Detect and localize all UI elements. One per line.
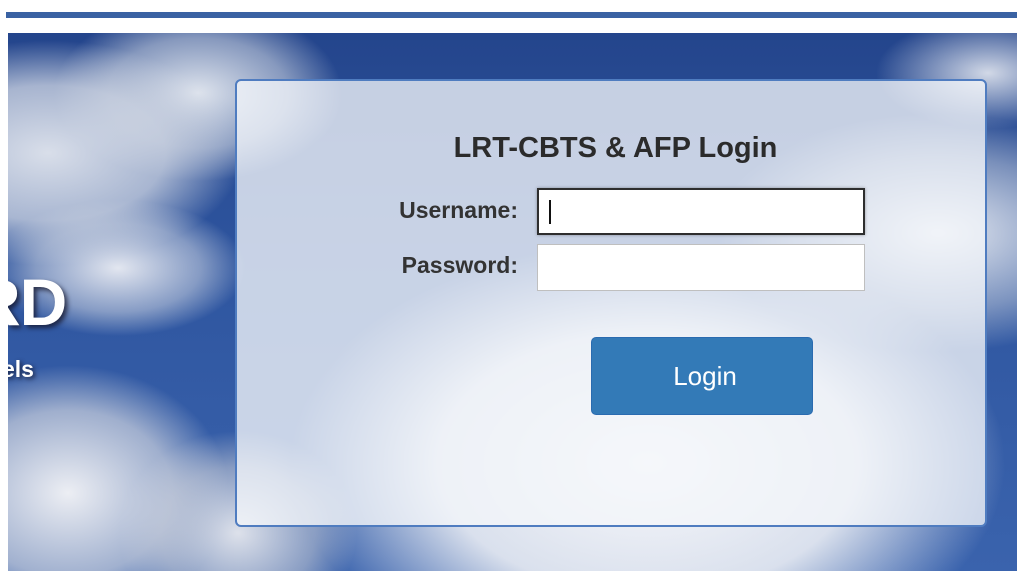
login-panel: LRT-CBTS & AFP Login Username: Password:…: [235, 79, 987, 527]
password-label: Password:: [401, 252, 518, 278]
login-title: LRT-CBTS & AFP Login: [453, 132, 778, 164]
brand-subtitle: els: [8, 356, 34, 382]
username-input[interactable]: [537, 188, 865, 235]
text-caret: [549, 200, 551, 224]
login-button[interactable]: Login: [591, 337, 813, 415]
top-header-bar: [6, 12, 1017, 18]
password-input[interactable]: [537, 244, 865, 291]
login-page: RD els LRT-CBTS & AFP Login Username: Pa…: [0, 0, 1017, 571]
brand-title: RD: [8, 265, 67, 339]
username-label: Username:: [399, 197, 518, 223]
